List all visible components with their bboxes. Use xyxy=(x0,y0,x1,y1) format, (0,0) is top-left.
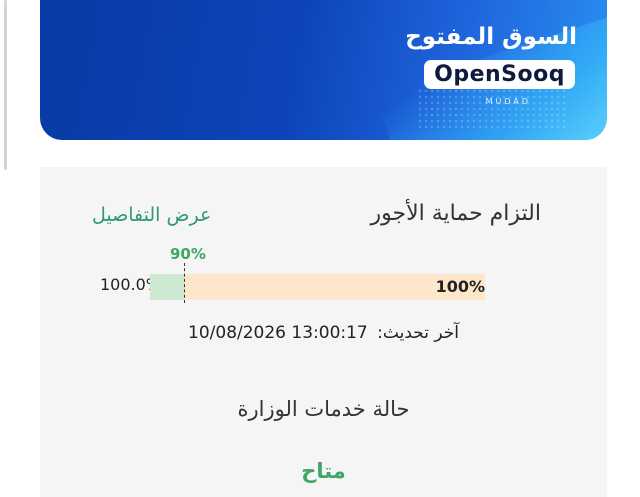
page-scrollbar[interactable] xyxy=(4,0,7,170)
target-marker-line xyxy=(184,263,185,303)
wage-protection-card: التزام حماية الأجور عرض التفاصيل 90% 100… xyxy=(40,167,607,497)
opensooq-logo-latin: OpenSooq xyxy=(434,62,565,87)
last-updated-label: آخر تحديث: xyxy=(377,323,459,343)
compliance-progress-bar: 100% xyxy=(150,274,485,300)
banner-dot-pattern xyxy=(417,88,567,128)
opensooq-logo-pill: OpenSooq xyxy=(424,60,575,89)
view-details-link[interactable]: عرض التفاصيل xyxy=(92,204,211,226)
promo-banner[interactable]: السوق المفتوح OpenSooq MUDAD xyxy=(40,0,607,140)
ministry-services-title: حالة خدمات الوزارة xyxy=(237,397,410,421)
target-percentage-label: 90% xyxy=(170,245,206,263)
ministry-services-status: متاح xyxy=(301,459,346,483)
compliance-progress-value: 100% xyxy=(435,277,485,296)
mudad-wordmark: MUDAD xyxy=(485,97,531,106)
compliance-progress-fill xyxy=(150,274,184,300)
wage-protection-title: التزام حماية الأجور xyxy=(370,201,542,226)
last-updated-value: 10/08/2026 13:00:17 xyxy=(188,323,368,343)
last-updated: 10/08/2026 13:00:17 آخر تحديث: xyxy=(40,323,607,343)
opensooq-logo-arabic: السوق المفتوح xyxy=(405,24,577,50)
